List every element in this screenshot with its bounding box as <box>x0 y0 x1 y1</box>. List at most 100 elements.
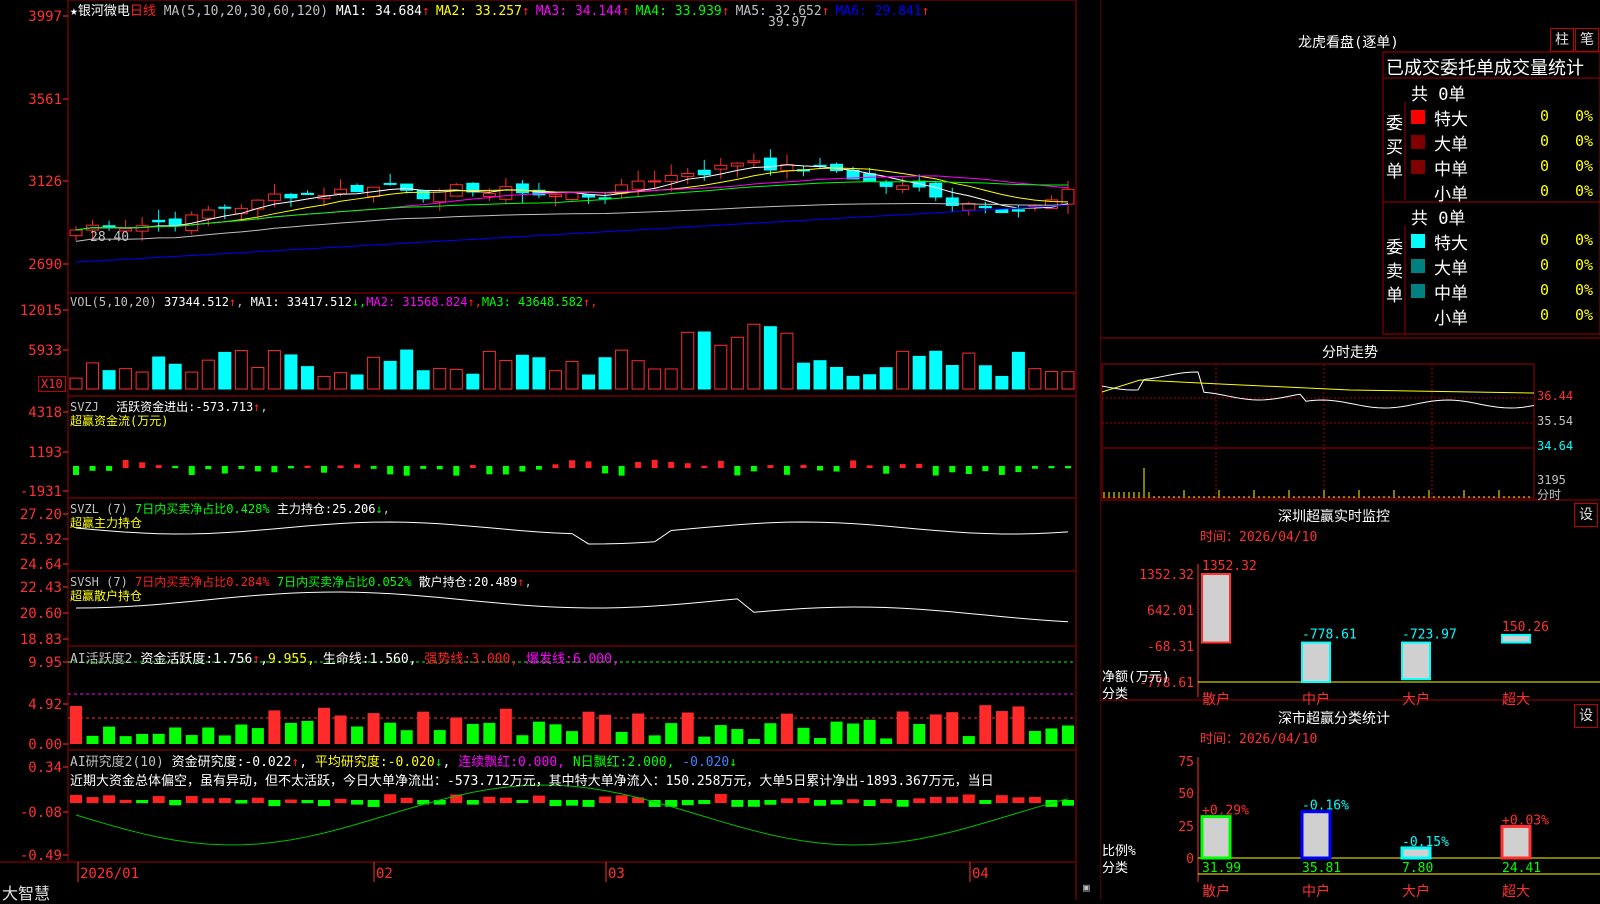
candle-body <box>747 160 761 163</box>
research-bar <box>566 800 578 806</box>
vol-unit: X10 <box>38 376 66 392</box>
volume-bar <box>863 374 877 390</box>
volume-bar <box>912 355 926 390</box>
candle-body <box>499 186 513 200</box>
flow-bar <box>486 466 493 475</box>
brand-logo[interactable]: 大智慧 <box>2 880 50 904</box>
classify-title: 深市超赢分类统计 <box>1278 711 1390 727</box>
volume-bar <box>284 354 298 390</box>
kline-chart-area[interactable]: 3997 3561 3126 2690 12015 5933 4318 1193 -1931 27… <box>0 0 1100 903</box>
activity-bar <box>284 722 297 744</box>
activity-bar <box>268 710 281 744</box>
vol-ma-arrow: ↓, <box>351 295 367 309</box>
candle-body <box>697 169 711 176</box>
classify-change-label: +0.03% <box>1502 813 1549 828</box>
volume-bar <box>400 349 414 390</box>
activity-bar <box>913 723 926 744</box>
volume-bar <box>995 375 1009 390</box>
candle-body <box>1011 209 1025 212</box>
ma-values: MA1: 34.684↑ MA2: 33.257↑ MA3: 34.144↑ MA4:… <box>336 4 936 19</box>
research-bar <box>615 795 628 803</box>
buy-side-label: 委买单 <box>1386 114 1403 182</box>
research-bar <box>1062 800 1074 806</box>
vol-ma-arrow: ↑, <box>467 295 482 309</box>
ai-active-v3: 1.560, <box>369 652 417 667</box>
activity-bar <box>880 738 893 744</box>
activity-bar <box>1012 706 1025 744</box>
svzl-item2: 主力持仓: <box>276 502 333 516</box>
ai-research-a5: ↓ <box>729 755 738 770</box>
ma-arrow: ↑ <box>921 4 930 19</box>
research-bar <box>268 800 281 807</box>
research-bar <box>797 797 810 803</box>
order-size-label: 小单 <box>1434 309 1468 329</box>
volume-bar <box>796 362 810 390</box>
vol-header: VOL(5,10,20) 37344.512 ↑, MA1: 33417.512↓… <box>70 295 598 309</box>
monitor-y-tick: 1352.32 <box>1139 568 1194 583</box>
candle-body <box>267 193 281 202</box>
activity-bar <box>615 731 628 744</box>
volume-bar <box>879 367 893 390</box>
flow-bar <box>965 466 972 474</box>
sell-side-label: 委卖单 <box>1386 238 1403 306</box>
period-label[interactable]: 日线 <box>130 4 156 19</box>
research-bar <box>814 800 826 806</box>
flow-bar <box>1048 466 1055 469</box>
kline-y-tick: 3126 <box>28 174 62 190</box>
candle-body <box>763 157 777 171</box>
monitor-category-label: 中户 <box>1302 691 1330 708</box>
candle-body <box>334 188 348 195</box>
classify-value-label: 7.80 <box>1402 861 1433 876</box>
legend-swatch <box>1411 234 1425 248</box>
candle-body <box>681 173 695 177</box>
tick-mode-button[interactable]: 笔 <box>1575 28 1599 52</box>
ai-research-header: AI研究度2(10) 资金研究度:-0.022↑, 平均研究度:-0.020↓,… <box>70 755 738 770</box>
lock-icon[interactable]: ▣ <box>1083 881 1090 894</box>
classify-cat-label: 分类 <box>1102 861 1129 876</box>
research-bar <box>251 797 264 803</box>
research-bar <box>202 798 215 803</box>
favorite-star-icon[interactable]: ★ <box>70 4 78 19</box>
volume-bar <box>813 360 827 390</box>
monitor-settings-button[interactable]: 设 <box>1574 503 1598 527</box>
research-bar <box>731 800 744 807</box>
order-percent: 0% <box>1575 157 1594 175</box>
flow-bar <box>1065 466 1071 469</box>
monitor-category-label: 超大 <box>1502 692 1530 708</box>
volume-bar <box>515 354 529 390</box>
candle-body <box>929 182 943 198</box>
svsh-value: 20.489 <box>473 575 518 589</box>
research-bar <box>466 800 479 805</box>
volume-bar <box>251 367 265 390</box>
volume-bar <box>565 360 579 390</box>
minute-price-line <box>1101 371 1535 409</box>
classify-bar <box>1200 815 1232 860</box>
order-count: 0 <box>1540 256 1550 274</box>
volume-bar <box>86 362 100 390</box>
ai-active-a1: ↑ <box>252 652 261 667</box>
activity-bar <box>632 713 645 744</box>
volume-bar <box>168 363 182 390</box>
activity-bar <box>450 717 463 744</box>
research-bar <box>747 800 760 807</box>
ai-research-item4: N日飘红: <box>572 755 628 770</box>
candle-body <box>664 174 678 182</box>
research-bar <box>185 796 198 803</box>
legend-swatch <box>1411 309 1425 323</box>
research-bar <box>334 798 347 803</box>
flow-bar <box>436 466 443 470</box>
column-mode-button[interactable]: 柱 <box>1550 28 1574 52</box>
candle-body <box>201 209 215 219</box>
research-bar <box>103 795 116 803</box>
classify-category-label: 大户 <box>1402 883 1430 900</box>
candle-body <box>515 183 529 194</box>
volume-bar <box>681 331 695 390</box>
flow-bar <box>684 463 691 468</box>
classify-time-value: 2026/04/10 <box>1239 732 1318 747</box>
candle-body <box>631 180 645 190</box>
activity-bar <box>202 727 215 744</box>
activity-bar <box>747 738 760 744</box>
candle-body <box>218 206 232 209</box>
research-bar <box>582 800 595 807</box>
classify-settings-button[interactable]: 设 <box>1574 704 1598 728</box>
